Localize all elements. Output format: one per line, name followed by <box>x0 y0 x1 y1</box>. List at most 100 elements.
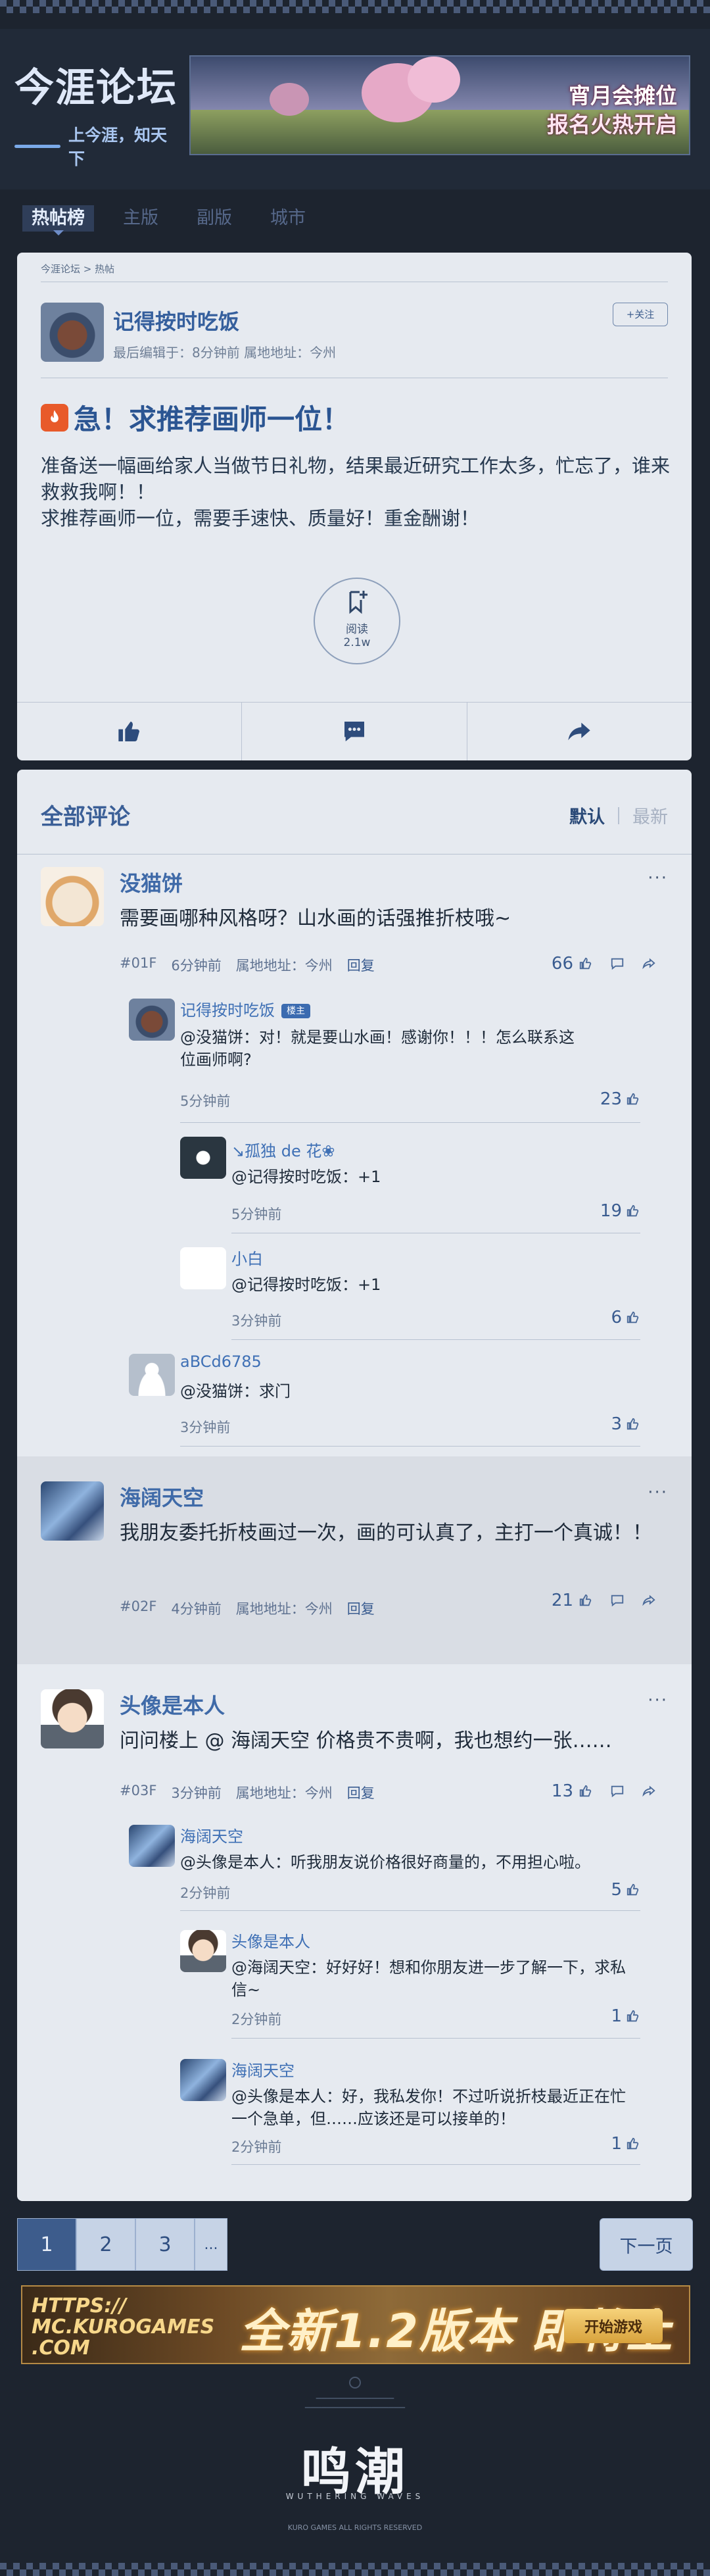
page-1[interactable]: 1 <box>17 2218 76 2271</box>
reply-avatar[interactable] <box>129 1825 175 1867</box>
reply-button[interactable]: 回复 <box>347 955 375 975</box>
bookmark-plus-icon <box>349 591 367 614</box>
ad-banner[interactable]: HTTPS:// MC.KUROGAMES .COM 全新1.2版本 即将上线 … <box>21 2285 690 2364</box>
more-options-icon[interactable]: ··· <box>648 1483 668 1502</box>
comment-stats: 13 <box>552 1781 656 1801</box>
comment-text: 问问楼上 @ 海阔天空 价格贵不贵啊，我也想约一张…… <box>120 1729 612 1752</box>
commenter-avatar[interactable] <box>41 1481 104 1541</box>
like-button[interactable] <box>17 703 243 760</box>
like-icon <box>627 2010 639 2022</box>
reply-avatar[interactable] <box>129 999 175 1041</box>
commenter-avatar[interactable] <box>41 1689 104 1748</box>
comment-sort: 默认 最新 <box>569 803 668 828</box>
comment-icon[interactable] <box>610 956 625 971</box>
reply-text: @记得按时吃饭：+1 <box>231 1168 381 1186</box>
like-icon <box>627 1418 639 1430</box>
reply-text: @头像是本人：好，我私发你！不过听说折枝最近正在忙一个急单，但……应该还是可以接… <box>231 2087 626 2128</box>
tab-city[interactable]: 城市 <box>261 205 315 232</box>
logo-title: 今涯论坛 <box>14 65 178 111</box>
like-icon[interactable] <box>579 1593 593 1608</box>
op-badge: 楼主 <box>281 1004 310 1018</box>
tab-main[interactable]: 主版 <box>114 205 168 232</box>
share-button[interactable] <box>467 703 692 760</box>
commenter-avatar[interactable] <box>41 867 104 926</box>
commenter-name[interactable]: 没猫饼 <box>120 867 183 897</box>
reply-name[interactable]: ↘孤独 de 花❀ <box>231 1138 335 1161</box>
reply-button[interactable]: 回复 <box>347 1598 375 1618</box>
like-count: 13 <box>551 1781 573 1801</box>
reply-like[interactable]: 23 <box>600 1089 640 1109</box>
reply-text: @没猫饼：求门 <box>180 1382 291 1400</box>
event-banner[interactable]: 宵月会摊位 报名火热开启 <box>189 55 690 155</box>
next-page-button[interactable]: 下一页 <box>600 2218 693 2271</box>
reply-avatar[interactable] <box>180 1247 226 1289</box>
start-game-button[interactable]: 开始游戏 <box>564 2309 663 2343</box>
forum-header: 今涯论坛 上今涯，知天下 宵月会摊位 报名火热开启 <box>0 29 710 189</box>
read-value: 2.1w <box>343 636 371 649</box>
share-icon[interactable] <box>642 956 656 971</box>
comment-meta: #03F 3分钟前 属地地址：今州 回复 <box>120 1783 375 1802</box>
author-avatar[interactable] <box>41 303 104 362</box>
share-icon[interactable] <box>642 1593 656 1608</box>
reply-text: @头像是本人：听我朋友说价格很好商量的，不用担心啦。 <box>180 1853 590 1871</box>
follow-button[interactable]: +关注 <box>613 303 668 326</box>
reply-name[interactable]: aBCd6785 <box>180 1352 262 1371</box>
reply-name[interactable]: 海阔天空 <box>231 2058 295 2081</box>
reply-like[interactable]: 1 <box>611 2006 640 2026</box>
license-line-2: ▁▁▁▁▁▁▁▁▁▁▁▁▁▁▁▁▁▁ <box>304 2400 406 2408</box>
comment-text: 我朋友委托折枝画过一次，画的可认真了，主打一个真诚！！ <box>120 1522 652 1545</box>
page-2[interactable]: 2 <box>76 2218 135 2271</box>
like-icon <box>118 722 139 741</box>
commenter-name[interactable]: 海阔天空 <box>120 1481 204 1512</box>
reply-name[interactable]: 头像是本人 <box>231 1929 310 1952</box>
fire-icon <box>41 403 68 432</box>
like-icon[interactable] <box>579 956 593 971</box>
tab-hot[interactable]: 热帖榜 <box>22 205 94 235</box>
reply-avatar[interactable] <box>129 1354 175 1396</box>
page-ellipsis[interactable]: ... <box>195 2218 227 2271</box>
reply-name[interactable]: 小白 <box>231 1246 263 1269</box>
breadcrumb[interactable]: 今涯论坛 > 热帖 <box>41 262 114 276</box>
tab-sub[interactable]: 副版 <box>187 205 241 232</box>
comment-highlight <box>17 1456 692 1664</box>
sort-default[interactable]: 默认 <box>569 803 605 828</box>
post-title: 急！求推荐画师一位！ <box>41 397 350 437</box>
reply-like[interactable]: 3 <box>611 1414 640 1434</box>
post-body: 准备送一幅画给家人当做节日礼物，结果最近研究工作太多，忙忘了，谁来救救我啊！！ … <box>41 455 671 530</box>
reply-like[interactable]: 6 <box>611 1308 640 1327</box>
reply-avatar[interactable] <box>180 2059 226 2101</box>
comment-icon[interactable] <box>610 1593 625 1608</box>
like-icon <box>627 1311 639 1324</box>
more-options-icon[interactable]: ··· <box>648 868 668 888</box>
post-card: 今涯论坛 > 热帖 记得按时吃饭 最后编辑于：8分钟前 属地地址：今州 +关注 … <box>17 253 692 760</box>
reply-name[interactable]: 记得按时吃饭 楼主 <box>180 997 310 1020</box>
sort-latest[interactable]: 最新 <box>632 803 668 828</box>
reply-avatar[interactable] <box>180 1137 226 1179</box>
comment-button[interactable] <box>242 703 467 760</box>
reply-avatar[interactable] <box>180 1930 226 1972</box>
reply-like[interactable]: 1 <box>611 2134 640 2154</box>
reply-time: 2分钟前 <box>231 2139 282 2155</box>
comment-stats: 66 <box>552 954 656 974</box>
like-icon <box>627 1204 639 1217</box>
bottom-stripe <box>0 2563 710 2576</box>
reply-button[interactable]: 回复 <box>347 1783 375 1802</box>
comments-card: 全部评论 默认 最新 没猫饼 ··· 需要画哪种风格呀？山水画的话强推折枝哦~ … <box>17 770 692 2201</box>
reply-like[interactable]: 19 <box>600 1201 640 1221</box>
reply-text: @没猫饼：对！就是要山水画！感谢你！！！怎么联系这位画师啊? <box>180 1028 575 1069</box>
reply-like[interactable]: 5 <box>611 1880 640 1900</box>
banner-line-2: 报名火热开启 <box>547 112 677 137</box>
comment-icon[interactable] <box>610 1784 625 1798</box>
reply-time: 2分钟前 <box>180 1885 231 1901</box>
share-icon[interactable] <box>642 1784 656 1798</box>
forum-logo[interactable]: 今涯论坛 上今涯，知天下 <box>14 61 180 170</box>
page-3[interactable]: 3 <box>135 2218 195 2271</box>
reply-time: 5分钟前 <box>231 1206 282 1222</box>
reply-name[interactable]: 海阔天空 <box>180 1823 243 1846</box>
like-icon <box>627 1883 639 1896</box>
author-name[interactable]: 记得按时吃饭 <box>113 305 239 335</box>
share-icon <box>568 722 590 741</box>
like-icon[interactable] <box>579 1784 593 1798</box>
commenter-name[interactable]: 头像是本人 <box>120 1689 225 1720</box>
more-options-icon[interactable]: ··· <box>648 1691 668 1710</box>
